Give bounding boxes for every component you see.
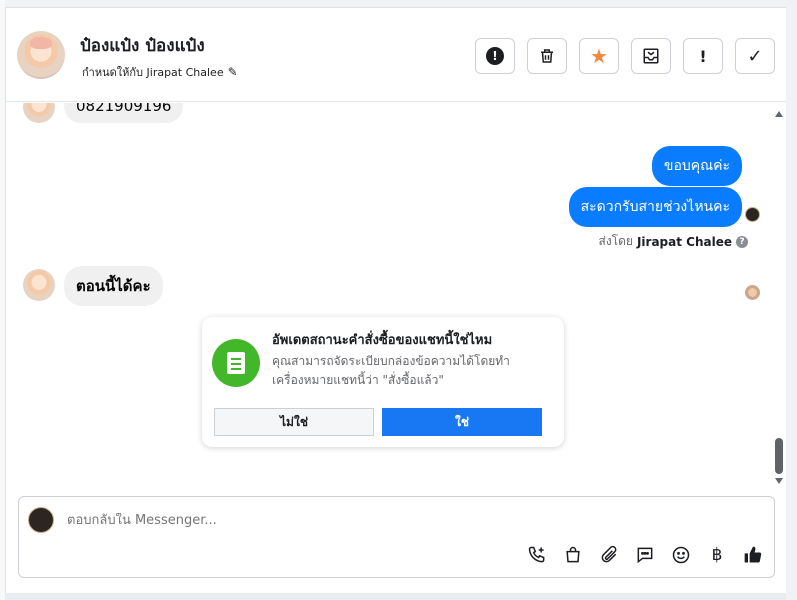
outgoing-message-thanks: ขอบคุณค่ะ [651,146,742,186]
emoji-button[interactable] [669,543,693,567]
attachment-icon [601,545,617,563]
delete-button[interactable] [527,38,567,74]
window-right-strip [786,0,797,600]
call-add-icon [528,546,545,563]
trash-icon [541,49,553,63]
done-icon: ✓ [747,45,763,67]
conversation-toolbar: ! ★ ! ✓ [475,38,775,74]
saved-reply-icon [637,547,653,564]
report-button[interactable]: ! [475,38,515,74]
window-top-strip [0,0,797,7]
like-icon [744,546,762,563]
prompt-title: อัพเดตสถานะคำสั่งซื้อของแชทนี้ใช่ไหม [272,333,493,348]
contact-name[interactable]: ป๋องแป๋ง ป๋องแป๋ง [80,32,205,59]
assign-link[interactable]: กำหนดให้กับ Jirapat Chalee ✎ [82,63,238,81]
call-add-button[interactable] [525,543,549,567]
page-avatar [28,507,54,533]
mark-unread-button[interactable] [631,38,671,74]
shop-button[interactable] [561,543,585,567]
contact-avatar[interactable] [17,31,65,79]
prompt-description: คุณสามารถจัดระเบียบกล่องข้อความได้โดยทำเ… [272,354,510,387]
scroll-down-arrow[interactable] [775,478,783,484]
saved-reply-button[interactable] [633,543,657,567]
like-button[interactable] [741,543,765,567]
scroll-up-arrow[interactable] [775,111,783,117]
yes-button[interactable]: ใช่ [382,408,542,436]
scrollbar-thumb[interactable] [775,438,783,474]
message-list[interactable]: 0821909196 ขอบคุณค่ะ สะดวกรับสายช่วงไหนค… [6,103,786,489]
baht-icon: ฿ [711,545,723,565]
important-button[interactable]: ! [683,38,723,74]
sent-by-name: Jirapat Chalee [636,234,732,249]
attach-button[interactable] [597,543,621,567]
assign-label: กำหนดให้กับ Jirapat Chalee [82,66,224,79]
help-icon[interactable]: ? [736,235,748,248]
chat-header: ป๋องแป๋ง ป๋องแป๋ง กำหนดให้กับ Jirapat Ch… [6,8,786,102]
composer-actions: ฿ [525,543,765,567]
sent-by-label: ส่งโดย Jirapat Chalee ? [598,232,748,251]
sender-avatar-seen [745,207,760,222]
shopping-bag-icon [566,546,580,563]
outgoing-message-question: สะดวกรับสายช่วงไหนคะ [568,187,742,227]
done-button[interactable]: ✓ [735,38,775,74]
payment-button[interactable]: ฿ [705,543,729,567]
reply-input[interactable] [67,513,467,528]
read-receipt-avatar [745,285,760,300]
chat-panel: ป๋องแป๋ง ป๋องแป๋ง กำหนดให้กับ Jirapat Ch… [5,7,786,593]
receipt-icon [212,339,260,387]
mark-unread-icon [643,48,659,64]
important-icon: ! [699,46,707,66]
reply-composer: ฿ [18,496,775,578]
incoming-message-phone: 0821909196 [64,103,184,123]
star-button[interactable]: ★ [579,38,619,74]
sent-by-prefix: ส่งโดย [598,234,633,248]
report-icon: ! [486,47,504,65]
contact-avatar-small [23,269,55,301]
incoming-message-latest: ตอนนี้ได้คะ [64,266,163,306]
order-status-prompt: อัพเดตสถานะคำสั่งซื้อของแชทนี้ใช่ไหม คุณ… [202,317,564,447]
contact-avatar-small [23,103,55,123]
no-button[interactable]: ไม่ใช่ [214,408,374,436]
pencil-icon: ✎ [227,65,238,79]
emoji-icon [672,546,690,564]
star-icon: ★ [590,44,608,68]
